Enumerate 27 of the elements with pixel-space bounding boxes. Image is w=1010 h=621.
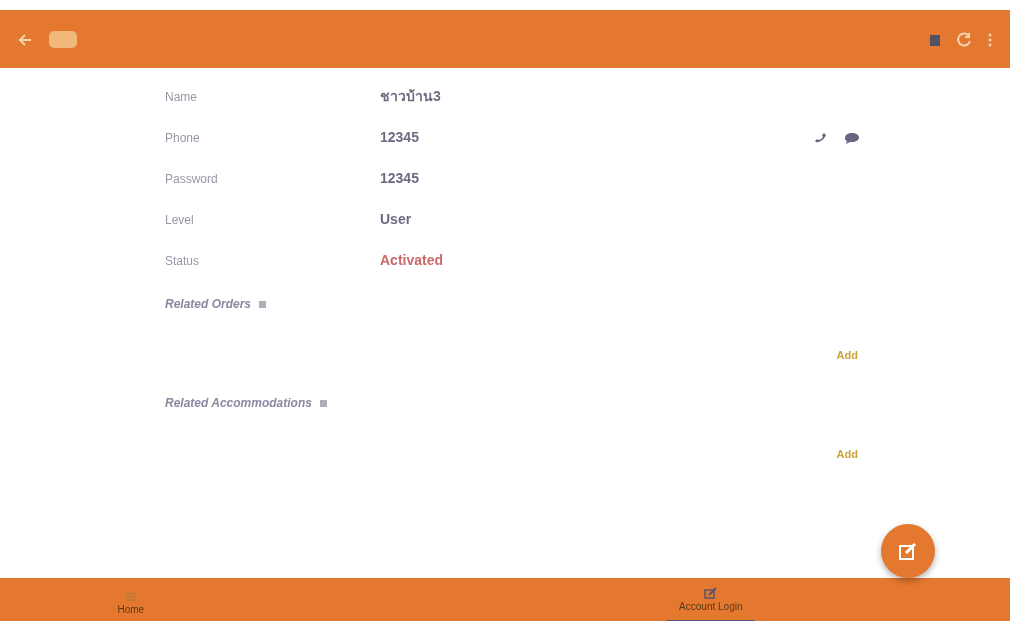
- nav-tab[interactable]: Home: [105, 588, 157, 621]
- field-value: 12345: [380, 128, 419, 147]
- edit-icon: [899, 542, 917, 560]
- nav-tab[interactable]: Account Login: [667, 583, 755, 621]
- field-label: Level: [165, 211, 195, 229]
- more-icon: [988, 32, 992, 47]
- add-button[interactable]: Add: [836, 446, 858, 463]
- field-label: Status: [165, 252, 201, 270]
- field-label: Password: [165, 170, 219, 188]
- field-value: 12345: [380, 169, 419, 188]
- add-button[interactable]: Add: [836, 347, 858, 364]
- edit-fab[interactable]: [881, 524, 935, 578]
- list-icon: [124, 592, 137, 602]
- refresh-icon: [957, 32, 972, 48]
- section-title: Related Accommodations: [165, 395, 312, 412]
- phone-icon: [814, 132, 828, 145]
- field-value: User: [380, 210, 412, 229]
- section-title: Related Orders: [165, 296, 252, 313]
- field-label: Phone: [165, 129, 201, 147]
- trash-icon: [929, 33, 941, 47]
- logo-icon: [48, 28, 78, 50]
- field-value: Activated: [380, 251, 444, 270]
- back-arrow-icon: [18, 32, 32, 47]
- edit-icon: [704, 587, 718, 599]
- field-label: Name: [165, 88, 198, 106]
- field-value: ชาวบ้าน3: [380, 87, 441, 106]
- chat-bubble-icon: [844, 132, 860, 145]
